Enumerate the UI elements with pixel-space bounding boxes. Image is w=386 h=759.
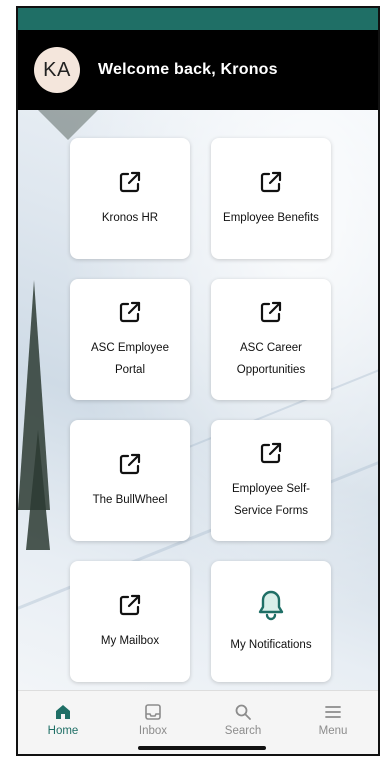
- tile-asc-career-opportunities[interactable]: ASC Career Opportunities: [211, 279, 331, 400]
- tree-decoration: [38, 110, 98, 140]
- tile-label: My Notifications: [230, 638, 312, 651]
- tile-label: Employee Benefits: [223, 211, 319, 224]
- app-header: KA Welcome back, Kronos: [18, 30, 378, 110]
- external-link-icon: [119, 453, 141, 474]
- external-link-icon: [260, 442, 282, 463]
- phone-frame: KA Welcome back, Kronos Kronos HR Employ…: [16, 6, 380, 756]
- tile-label: My Mailbox: [100, 634, 160, 647]
- welcome-title: Welcome back, Kronos: [98, 61, 278, 78]
- tile-employee-self-service-forms[interactable]: Employee Self-Service Forms: [211, 420, 331, 541]
- tile-label: ASC Employee Portal: [91, 341, 169, 376]
- tile-label: Employee Self-Service Forms: [232, 482, 310, 517]
- tab-label: Menu: [318, 725, 348, 737]
- menu-icon: [325, 706, 341, 718]
- tile-my-notifications[interactable]: My Notifications: [211, 561, 331, 682]
- search-icon: [235, 704, 251, 720]
- tab-label: Inbox: [138, 725, 168, 737]
- status-bar: [18, 8, 378, 30]
- external-link-icon: [260, 301, 282, 322]
- home-indicator: [138, 746, 266, 750]
- tab-menu[interactable]: Menu: [288, 691, 378, 754]
- external-link-icon: [119, 301, 141, 322]
- bell-icon: [258, 590, 284, 620]
- tab-home[interactable]: Home: [18, 691, 108, 754]
- tile-employee-benefits[interactable]: Employee Benefits: [211, 138, 331, 259]
- tile-my-mailbox[interactable]: My Mailbox: [70, 561, 190, 682]
- tile-grid: Kronos HR Employee Benefits ASC Employee…: [70, 138, 332, 682]
- tile-label: Kronos HR: [101, 211, 159, 224]
- tab-label: Search: [224, 725, 262, 737]
- external-link-icon: [119, 594, 141, 615]
- external-link-icon: [260, 171, 282, 192]
- external-link-icon: [119, 171, 141, 192]
- tile-asc-employee-portal[interactable]: ASC Employee Portal: [70, 279, 190, 400]
- tile-kronos-hr[interactable]: Kronos HR: [70, 138, 190, 259]
- inbox-icon: [145, 704, 161, 720]
- tile-the-bullwheel[interactable]: The BullWheel: [70, 420, 190, 541]
- home-icon: [56, 705, 70, 719]
- tile-label: ASC Career Opportunities: [236, 341, 306, 376]
- tab-label: Home: [47, 725, 79, 737]
- tile-label: The BullWheel: [92, 493, 168, 506]
- home-content: Kronos HR Employee Benefits ASC Employee…: [18, 110, 378, 690]
- avatar[interactable]: KA: [34, 47, 80, 93]
